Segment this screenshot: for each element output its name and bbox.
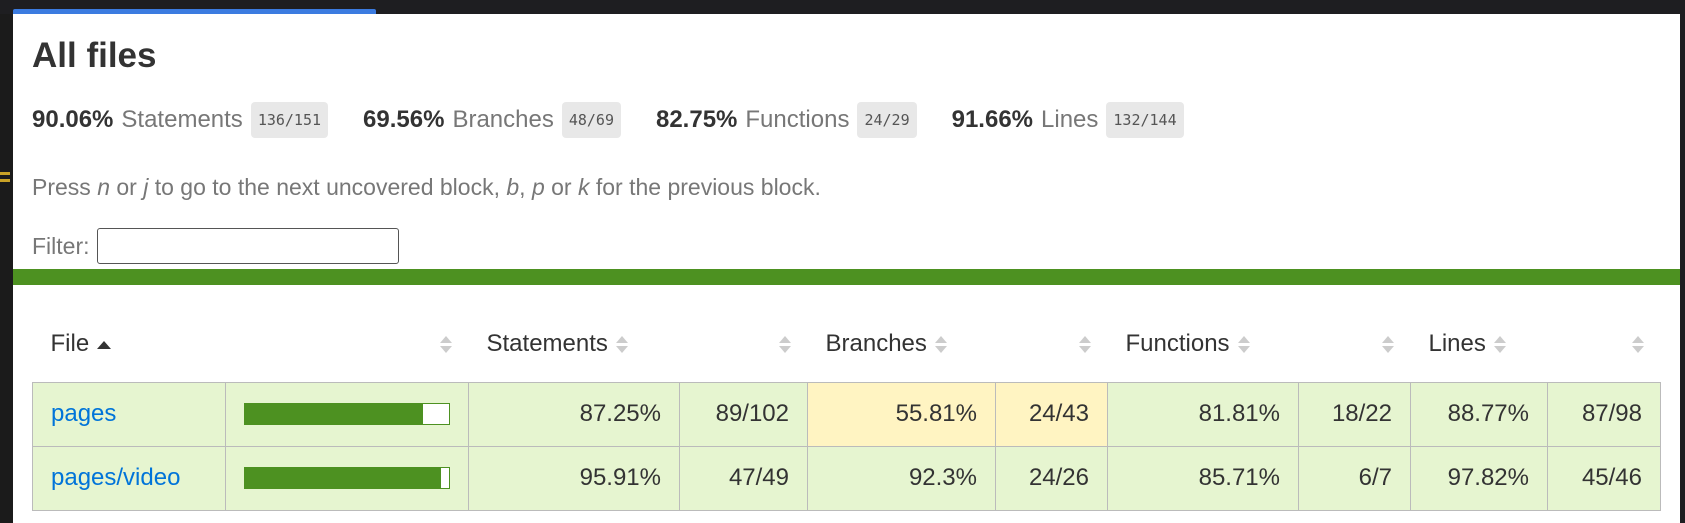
summary-label: Statements <box>121 106 243 133</box>
filter-label: Filter: <box>32 232 90 259</box>
summary-label: Lines <box>1041 106 1099 133</box>
branches-pct: 55.81% <box>807 381 996 447</box>
branches-fraction: 24/26 <box>995 445 1108 511</box>
sort-icon <box>1078 336 1091 354</box>
coverage-status-bar <box>13 269 1680 285</box>
col-statements[interactable]: Statements <box>469 307 680 382</box>
statements-fraction: 89/102 <box>679 381 808 447</box>
summary-pct: 91.66% <box>951 106 1034 133</box>
statements-pct: 95.91% <box>468 445 680 511</box>
col-file-bar[interactable] <box>226 307 469 382</box>
col-statements-frac[interactable] <box>680 307 808 382</box>
keyboard-hint: Press n or j to go to the next uncovered… <box>32 174 821 200</box>
sort-icon <box>439 336 452 354</box>
coverage-bar-cell <box>225 381 469 447</box>
filter-input[interactable] <box>96 228 399 264</box>
functions-pct: 81.81% <box>1107 381 1299 447</box>
sort-icon <box>615 336 628 354</box>
sort-asc-icon <box>97 340 112 349</box>
side-strip <box>0 14 13 523</box>
col-functions[interactable]: Functions <box>1108 307 1299 382</box>
sort-icon <box>934 336 947 354</box>
sort-icon <box>778 336 791 354</box>
sort-icon <box>1493 336 1506 354</box>
table-header-row: File Statements Branches Functions Lines <box>33 307 1661 382</box>
coverage-bar-fill <box>245 404 423 424</box>
functions-pct: 85.71% <box>1107 445 1299 511</box>
lines-pct: 88.77% <box>1410 381 1548 447</box>
functions-fraction: 6/7 <box>1298 445 1411 511</box>
summary-label: Functions <box>745 106 850 133</box>
filter-row: Filter: <box>32 228 399 264</box>
summary-fraction-badge: 132/144 <box>1106 102 1184 138</box>
branches-pct: 92.3% <box>807 445 996 511</box>
summary-pct: 90.06% <box>32 106 114 133</box>
col-lines-frac[interactable] <box>1548 307 1661 382</box>
summary-fraction-badge: 48/69 <box>561 102 621 138</box>
menu-icon[interactable] <box>0 172 10 186</box>
table-row: pages/video 95.91% 47/49 92.3% 24/26 85.… <box>32 445 1661 511</box>
file-link[interactable]: pages/video <box>51 464 180 491</box>
col-functions-frac[interactable] <box>1299 307 1411 382</box>
summary-pct: 69.56% <box>363 106 445 133</box>
coverage-bar <box>244 467 450 489</box>
summary-fraction-badge: 24/29 <box>857 102 917 138</box>
coverage-bar-cell <box>225 445 469 511</box>
summary-fraction-badge: 136/151 <box>250 102 329 138</box>
col-branches[interactable]: Branches <box>808 307 996 382</box>
file-cell: pages/video <box>32 445 226 511</box>
summary-branches: 69.56% Branches 48/69 <box>363 102 621 138</box>
coverage-bar <box>244 403 450 425</box>
summary-lines: 91.66% Lines 132/144 <box>952 102 1184 138</box>
col-file[interactable]: File <box>33 307 226 382</box>
lines-fraction: 87/98 <box>1547 381 1661 447</box>
summary-label: Branches <box>452 106 554 133</box>
statements-fraction: 47/49 <box>679 445 808 511</box>
file-link[interactable]: pages <box>51 400 116 427</box>
lines-pct: 97.82% <box>1410 445 1548 511</box>
summary-statements: 90.06% Statements 136/151 <box>32 102 329 138</box>
summary-pct: 82.75% <box>655 106 738 133</box>
branches-fraction: 24/43 <box>995 381 1108 447</box>
coverage-summary: 90.06% Statements 136/151 69.56% Branche… <box>32 102 1219 138</box>
sort-icon <box>1631 336 1644 354</box>
sort-icon <box>1381 336 1394 354</box>
table-row: pages 87.25% 89/102 55.81% 24/43 81.81% … <box>32 381 1661 447</box>
file-cell: pages <box>32 381 226 447</box>
summary-functions: 82.75% Functions 24/29 <box>656 102 917 138</box>
col-branches-frac[interactable] <box>996 307 1108 382</box>
coverage-bar-fill <box>245 468 441 488</box>
coverage-report: All files 90.06% Statements 136/151 69.5… <box>13 14 1680 523</box>
sort-icon <box>1237 336 1250 354</box>
page-title: All files <box>32 36 157 75</box>
lines-fraction: 45/46 <box>1547 445 1661 511</box>
coverage-table: File Statements Branches Functions Lines… <box>32 307 1661 511</box>
functions-fraction: 18/22 <box>1298 381 1411 447</box>
col-lines[interactable]: Lines <box>1411 307 1548 382</box>
statements-pct: 87.25% <box>468 381 680 447</box>
